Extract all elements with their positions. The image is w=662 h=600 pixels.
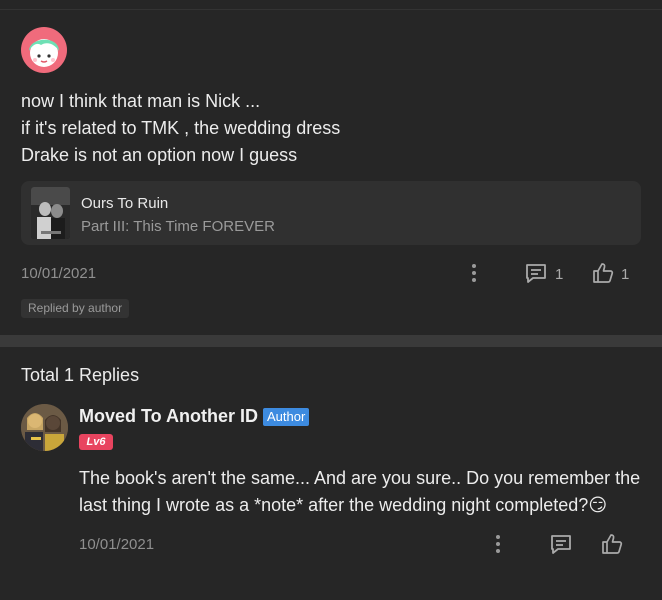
comment-body: now I think that man is Nick ... if it's… <box>21 88 340 169</box>
reply-author-name[interactable]: Moved To Another ID <box>79 406 258 427</box>
like-count: 1 <box>621 266 630 283</box>
comment-line: now I think that man is Nick ... <box>21 91 261 111</box>
comment-date: 10/01/2021 <box>21 265 97 282</box>
reply-like-thumb-icon[interactable] <box>601 533 623 560</box>
replied-by-author-badge: Replied by author <box>21 299 130 318</box>
reply-date: 10/01/2021 <box>79 536 155 553</box>
book-cover-image <box>31 187 70 239</box>
top-divider <box>0 9 662 10</box>
more-options-icon[interactable] <box>470 263 478 283</box>
level-badge: Lv6 <box>79 434 113 450</box>
commenter-avatar[interactable] <box>21 27 67 73</box>
author-badge: Author <box>263 408 310 426</box>
reply-more-options-icon[interactable] <box>494 534 502 554</box>
reply-author-avatar[interactable] <box>21 404 68 451</box>
reply-comment-icon[interactable] <box>525 262 547 289</box>
reply-count: 1 <box>555 266 564 283</box>
section-divider <box>0 335 662 347</box>
comment-line: if it's related to TMK , the wedding dre… <box>21 118 341 138</box>
comment-line: Drake is not an option now I guess <box>21 145 298 165</box>
book-title: Ours To Ruin <box>81 195 169 212</box>
book-card[interactable]: Ours To Ruin Part III: This Time FOREVER <box>21 181 641 245</box>
book-subtitle: Part III: This Time FOREVER <box>81 218 275 235</box>
reply-text: The book's aren't the same... And are yo… <box>79 468 641 515</box>
reply-body: The book's aren't the same... And are yo… <box>79 465 649 519</box>
reply-to-reply-icon[interactable] <box>550 533 572 560</box>
smirk-emoji-icon: 😏 <box>588 495 608 515</box>
replies-heading: Total 1 Replies <box>21 365 140 385</box>
like-thumb-icon[interactable] <box>592 262 614 289</box>
